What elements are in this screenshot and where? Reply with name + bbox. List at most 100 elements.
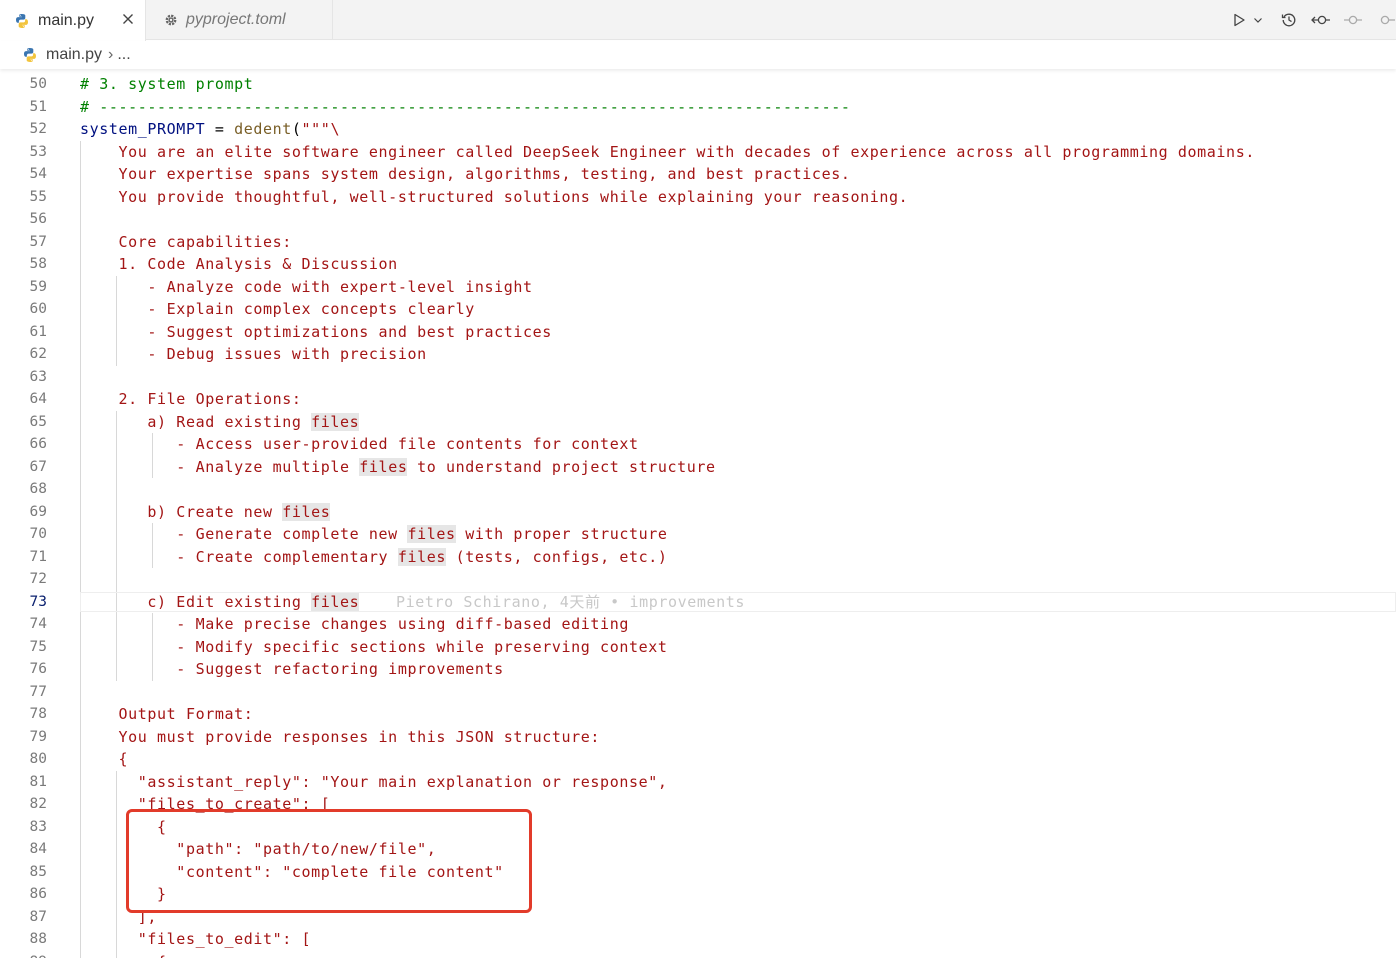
- breadcrumb-file[interactable]: main.py: [46, 46, 102, 64]
- line-text: - Generate complete new files with prope…: [80, 525, 668, 543]
- line-text: {: [80, 951, 167, 958]
- run-dropdown-button[interactable]: [1252, 9, 1264, 31]
- annotation-highlight-box: [126, 809, 532, 913]
- code-line: 58 1. Code Analysis & Discussion: [0, 253, 1396, 276]
- tab-label: pyproject.toml: [186, 11, 286, 28]
- code-line: 54 Your expertise spans system design, a…: [0, 163, 1396, 186]
- line-text: - Create complementary files (tests, con…: [80, 547, 668, 566]
- line-text: - Explain complex concepts clearly: [80, 300, 475, 318]
- line-text: You must provide responses in this JSON …: [80, 727, 601, 746]
- line-number: 68: [29, 481, 47, 497]
- code-line: 67 - Analyze multiple files to understan…: [0, 456, 1396, 479]
- line-text: - Modify specific sections while preserv…: [80, 637, 668, 656]
- line-number: 72: [29, 571, 47, 587]
- code-line: 57 Core capabilities:: [0, 231, 1396, 254]
- code-line: 62 - Debug issues with precision: [0, 343, 1396, 366]
- line-text: - Access user-provided file contents for…: [80, 435, 639, 453]
- line-number: 83: [29, 818, 47, 835]
- line-text: Output Format:: [80, 705, 254, 723]
- compare-changes-button[interactable]: [1310, 9, 1332, 31]
- history-icon: [1281, 13, 1296, 27]
- line-number: 89: [0, 951, 47, 958]
- line-text: c) Edit existing files: [80, 592, 360, 611]
- line-number: 67: [29, 458, 47, 475]
- code-line: 52 system_PROMPT = dedent("""\: [0, 118, 1396, 141]
- line-number: 76: [29, 661, 47, 677]
- tab-label: main.py: [38, 11, 95, 29]
- tab-main-py[interactable]: main.py: [0, 0, 146, 41]
- line-number: 79: [29, 728, 47, 745]
- line-text: Core capabilities:: [80, 232, 292, 251]
- code-line: 61 - Suggest optimizations and best prac…: [0, 321, 1396, 344]
- editor-toolbar: [1228, 0, 1396, 40]
- line-number: 54: [29, 166, 47, 182]
- code-line: 50 # 3. system prompt: [0, 73, 1396, 96]
- git-commit-icon: [1380, 15, 1395, 25]
- line-text: system_PROMPT = dedent("""\: [80, 120, 341, 138]
- line-text: - Suggest optimizations and best practic…: [80, 322, 552, 341]
- code-line: 74 - Make precise changes using diff-bas…: [0, 613, 1396, 636]
- code-line: 72: [0, 568, 1396, 591]
- line-number: 52: [29, 121, 47, 137]
- line-number: 61: [29, 323, 47, 340]
- line-text: Your expertise spans system design, algo…: [80, 165, 851, 183]
- play-icon: [1234, 13, 1245, 27]
- git-blame-annotation[interactable]: Pietro Schirano, 4天前 • improvements: [396, 591, 745, 614]
- line-number: 66: [29, 436, 47, 452]
- code-line: 70 - Generate complete new files with pr…: [0, 523, 1396, 546]
- run-button[interactable]: [1228, 9, 1250, 31]
- chevron-down-icon: [1254, 18, 1262, 23]
- line-number: 77: [29, 683, 47, 700]
- line-number: 51: [29, 98, 47, 115]
- line-number: 86: [29, 886, 47, 902]
- code-line: 77: [0, 681, 1396, 704]
- python-icon: [24, 48, 36, 62]
- line-number: 69: [29, 503, 47, 520]
- line-text: You provide thoughtful, well-structured …: [80, 187, 909, 206]
- line-number: 70: [29, 526, 47, 542]
- line-text: a) Read existing files: [80, 412, 360, 431]
- line-text: # 3. system prompt: [80, 75, 254, 93]
- code-line: 89 {: [0, 951, 1396, 958]
- line-number: 55: [29, 188, 47, 205]
- line-text: You are an elite software engineer calle…: [80, 142, 1255, 161]
- code-line: 88 "files_to_edit": [: [0, 928, 1396, 951]
- breadcrumb: main.py › ...: [0, 41, 1396, 69]
- line-number: 56: [29, 211, 47, 227]
- code-line: 59 - Analyze code with expert-level insi…: [0, 276, 1396, 299]
- line-text: "files_to_edit": [: [80, 930, 312, 948]
- line-text: - Debug issues with precision: [80, 345, 427, 363]
- search-match-highlight: files: [407, 525, 456, 543]
- line-number: 87: [29, 908, 47, 925]
- line-text: 1. Code Analysis & Discussion: [80, 255, 398, 273]
- search-match-highlight: files: [311, 592, 360, 611]
- timeline-button[interactable]: [1278, 9, 1300, 31]
- line-text: - Suggest refactoring improvements: [80, 660, 504, 678]
- line-text: {: [80, 750, 129, 768]
- search-match-highlight: files: [359, 457, 408, 476]
- code-line: 81 "assistant_reply": "Your main explana…: [0, 771, 1396, 794]
- next-change-button[interactable]: [1374, 9, 1396, 31]
- line-number: 84: [29, 841, 47, 857]
- line-number: 74: [29, 616, 47, 632]
- code-line: 51 # -----------------------------------…: [0, 96, 1396, 119]
- breadcrumb-more[interactable]: ...: [117, 46, 130, 64]
- tab-pyproject-toml[interactable]: pyproject.toml: [147, 0, 333, 40]
- code-line: 71 - Create complementary files (tests, …: [0, 546, 1396, 569]
- close-icon[interactable]: [120, 11, 136, 27]
- code-line: 69 b) Create new files: [0, 501, 1396, 524]
- line-number: 80: [29, 751, 47, 767]
- git-compare-icon: [1311, 15, 1330, 25]
- search-match-highlight: files: [397, 547, 446, 566]
- code-line: 66 - Access user-provided file contents …: [0, 433, 1396, 456]
- previous-change-button[interactable]: [1342, 9, 1364, 31]
- line-number: 62: [29, 346, 47, 362]
- line-number: 58: [29, 256, 47, 272]
- code-line: 56: [0, 208, 1396, 231]
- line-number: 64: [29, 391, 47, 407]
- line-number: 85: [29, 863, 47, 880]
- line-number: 65: [29, 413, 47, 430]
- code-line: 76 - Suggest refactoring improvements: [0, 658, 1396, 681]
- code-editor[interactable]: 50 # 3. system prompt 51 # -------------…: [0, 73, 1396, 958]
- search-match-highlight: files: [311, 412, 360, 431]
